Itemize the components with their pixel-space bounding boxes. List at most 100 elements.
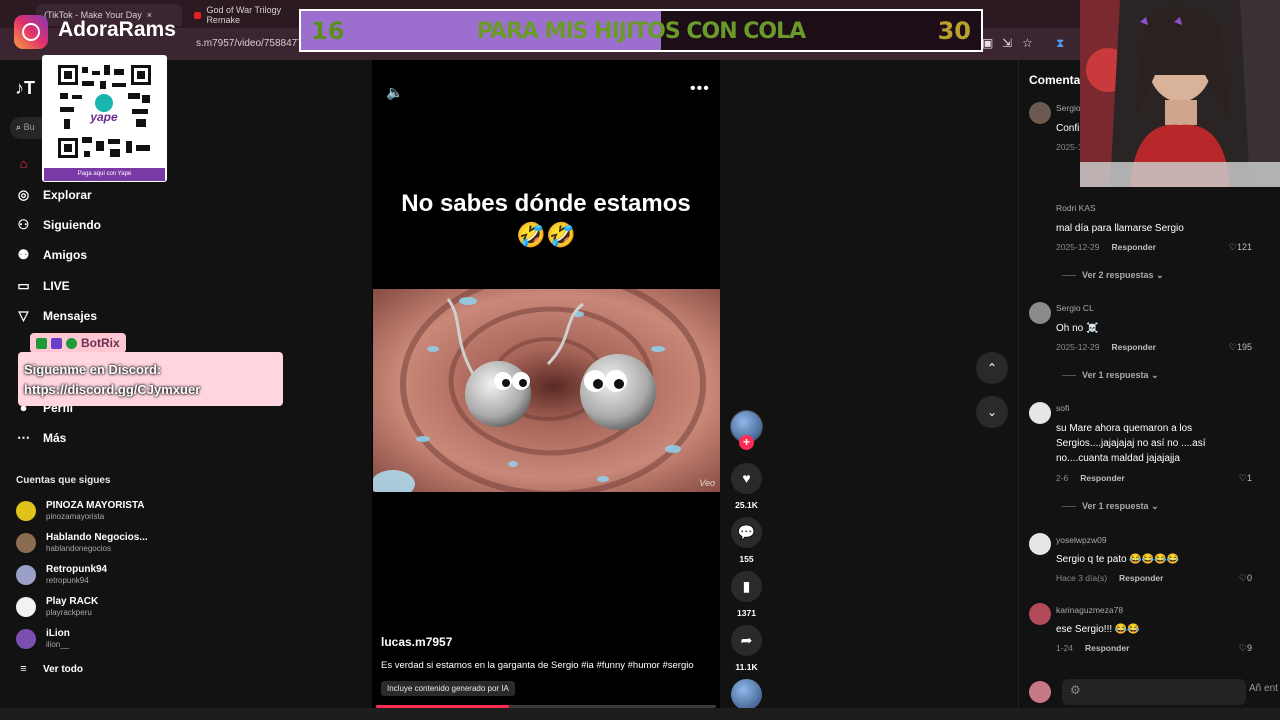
account-handle: pinozamayorista bbox=[46, 512, 105, 521]
account-handle: playrackperu bbox=[46, 608, 92, 617]
reply-button[interactable]: Responder bbox=[1111, 242, 1155, 252]
avatar[interactable] bbox=[1029, 302, 1051, 324]
music-disc[interactable] bbox=[731, 679, 762, 710]
view-replies-button[interactable]: Ver 1 respuesta ⌄ bbox=[1062, 370, 1159, 381]
sidebar-item-label: Siguiendo bbox=[43, 218, 101, 232]
comment-like-count: 0 bbox=[1246, 573, 1252, 583]
sidebar-item-label: Amigos bbox=[43, 248, 88, 262]
like-count: 25.1K bbox=[735, 500, 758, 510]
ai-watermark: Veo bbox=[699, 478, 715, 488]
see-all-label: Ver todo bbox=[43, 663, 84, 675]
avatar bbox=[1029, 681, 1051, 703]
sidebar-item-following[interactable]: ⚇ Siguiendo bbox=[16, 217, 101, 233]
comment-meta: 2025-1 bbox=[1056, 142, 1082, 152]
sidebar-item-messages[interactable]: ▽ Mensajes bbox=[16, 308, 98, 324]
install-icon[interactable]: ⇲ bbox=[1002, 36, 1012, 50]
avatar bbox=[16, 629, 36, 649]
tiktok-logo[interactable]: ♪T bbox=[15, 78, 35, 99]
heart-icon: ♥ bbox=[742, 470, 751, 486]
comment-like-button[interactable]: ♡9 bbox=[1239, 643, 1252, 654]
sidebar-item-label: Explorar bbox=[43, 188, 92, 202]
save-button[interactable]: ▮ bbox=[731, 571, 762, 602]
tab-label: God of War Trilogy Remake bbox=[206, 5, 282, 25]
comment-user[interactable]: yoselwpzw09 bbox=[1056, 535, 1107, 545]
comment-date: 2025-12-29 bbox=[1056, 342, 1100, 352]
video-still bbox=[373, 289, 720, 492]
account-name: Retropunk94 bbox=[46, 564, 108, 575]
following-account[interactable]: Play RACK playrackperu bbox=[16, 596, 98, 618]
chevron-up-icon: ⌃ bbox=[986, 361, 998, 375]
reply-button[interactable]: Responder bbox=[1119, 573, 1163, 583]
webcam-feed bbox=[1080, 0, 1280, 187]
share-button[interactable]: ➦ bbox=[731, 625, 762, 656]
botrix-name: BotRix bbox=[81, 336, 120, 350]
extension-icon[interactable]: ▣ bbox=[982, 36, 993, 50]
comment-user[interactable]: karinaguzmeza78 bbox=[1056, 605, 1123, 615]
comment-like-button[interactable]: ♡195 bbox=[1229, 342, 1252, 353]
following-account[interactable]: Retropunk94 retropunk94 bbox=[16, 564, 107, 586]
comment-text: Oh no ☠️ bbox=[1056, 323, 1099, 334]
sidebar-item-explore[interactable]: ◎ Explorar bbox=[16, 187, 92, 203]
reply-button[interactable]: Responder bbox=[1080, 473, 1124, 483]
share-icon: ➦ bbox=[740, 632, 753, 648]
following-account[interactable]: iLion ilion__ bbox=[16, 628, 70, 650]
volume-icon[interactable]: 🔈 bbox=[386, 84, 403, 101]
following-account[interactable]: Hablando Negocios... hablandonegocios bbox=[16, 532, 148, 554]
sidebar-item-home[interactable]: ⌂ bbox=[16, 156, 31, 171]
view-replies-button[interactable]: Ver 1 respuesta ⌄ bbox=[1062, 501, 1159, 512]
heart-outline-icon: ♡ bbox=[1238, 643, 1247, 653]
comment-user[interactable]: Rodri KAS bbox=[1056, 203, 1096, 213]
next-video-button[interactable]: ⌄ bbox=[976, 396, 1008, 428]
comment-like-button[interactable]: ♡1 bbox=[1239, 473, 1252, 484]
bookmark-star-icon[interactable]: ☆ bbox=[1022, 36, 1033, 50]
sidebar-item-label: Más bbox=[43, 431, 67, 445]
like-button[interactable]: ♥ bbox=[731, 463, 762, 494]
heart-outline-icon: ♡ bbox=[1228, 242, 1237, 252]
comment-meta: 2025-12-29 Responder bbox=[1056, 242, 1156, 252]
comment-user[interactable]: Sergio CL bbox=[1056, 303, 1094, 313]
post-comment-button[interactable]: Añ ent bbox=[1249, 683, 1278, 694]
avatar[interactable] bbox=[1029, 102, 1051, 124]
comment-button[interactable]: 💬 bbox=[731, 517, 762, 548]
sidebar-item-more[interactable]: ⋯ Más bbox=[16, 430, 66, 446]
avatar[interactable] bbox=[1029, 533, 1051, 555]
follow-button[interactable]: + bbox=[739, 435, 754, 450]
url-field[interactable]: s.m7957/video/7588477 bbox=[196, 38, 303, 49]
avatar[interactable] bbox=[1029, 402, 1051, 424]
comment-user[interactable]: sofi bbox=[1056, 403, 1069, 413]
comment-text: su Mare ahora quemaron a los Sergios....… bbox=[1056, 423, 1206, 464]
avatar[interactable] bbox=[1029, 603, 1051, 625]
video-frame[interactable]: Veo bbox=[373, 289, 720, 492]
reply-button[interactable]: Responder bbox=[1085, 643, 1129, 653]
home-icon: ⌂ bbox=[19, 156, 28, 171]
comment-date: 2025-12-29 bbox=[1056, 242, 1100, 252]
view-replies-button[interactable]: Ver 2 respuestas ⌄ bbox=[1062, 270, 1164, 281]
sidebar-item-label: Mensajes bbox=[43, 309, 98, 323]
account-name: iLion bbox=[46, 628, 70, 639]
options-icon[interactable]: ••• bbox=[690, 80, 710, 98]
previous-video-button[interactable]: ⌃ bbox=[976, 352, 1008, 384]
emoji-icon[interactable]: ⚙ bbox=[1070, 683, 1081, 697]
view-replies-label: Ver 1 respuesta bbox=[1082, 370, 1149, 380]
reply-button[interactable]: Responder bbox=[1111, 342, 1155, 352]
verified-icon bbox=[66, 337, 77, 349]
author-name[interactable]: lucas.m7957 bbox=[381, 635, 452, 649]
botrix-message: Siguenme en Discord: https://discord.gg/… bbox=[24, 360, 200, 400]
comment-icon: 💬 bbox=[737, 524, 756, 540]
qr-icon: yape bbox=[56, 63, 153, 160]
video-description: Es verdad si estamos en la garganta de S… bbox=[381, 660, 694, 671]
comment-user[interactable]: Sergio bbox=[1056, 103, 1081, 113]
compass-icon: ◎ bbox=[17, 187, 30, 202]
comment-text: ese Sergio!!! 😂😂 bbox=[1056, 624, 1140, 635]
extensions-icon[interactable]: ⧗ bbox=[1056, 36, 1064, 51]
sidebar-item-friends[interactable]: ⚉ Amigos bbox=[16, 247, 87, 263]
comment-like-button[interactable]: ♡0 bbox=[1239, 573, 1252, 584]
following-account[interactable]: PINOZA MAYORISTA pinozamayorista bbox=[16, 500, 145, 522]
comment-like-button[interactable]: ♡121 bbox=[1229, 242, 1252, 253]
see-all-button[interactable]: ≡ Ver todo bbox=[16, 663, 83, 675]
tab-youtube[interactable]: God of War Trilogy Remake bbox=[186, 4, 306, 26]
comment-input[interactable]: ⚙ bbox=[1062, 679, 1246, 705]
caption-line: No sabes dónde estamos bbox=[401, 190, 691, 217]
sidebar-item-live[interactable]: ▭ LIVE bbox=[16, 278, 69, 294]
youtube-icon bbox=[194, 11, 202, 19]
